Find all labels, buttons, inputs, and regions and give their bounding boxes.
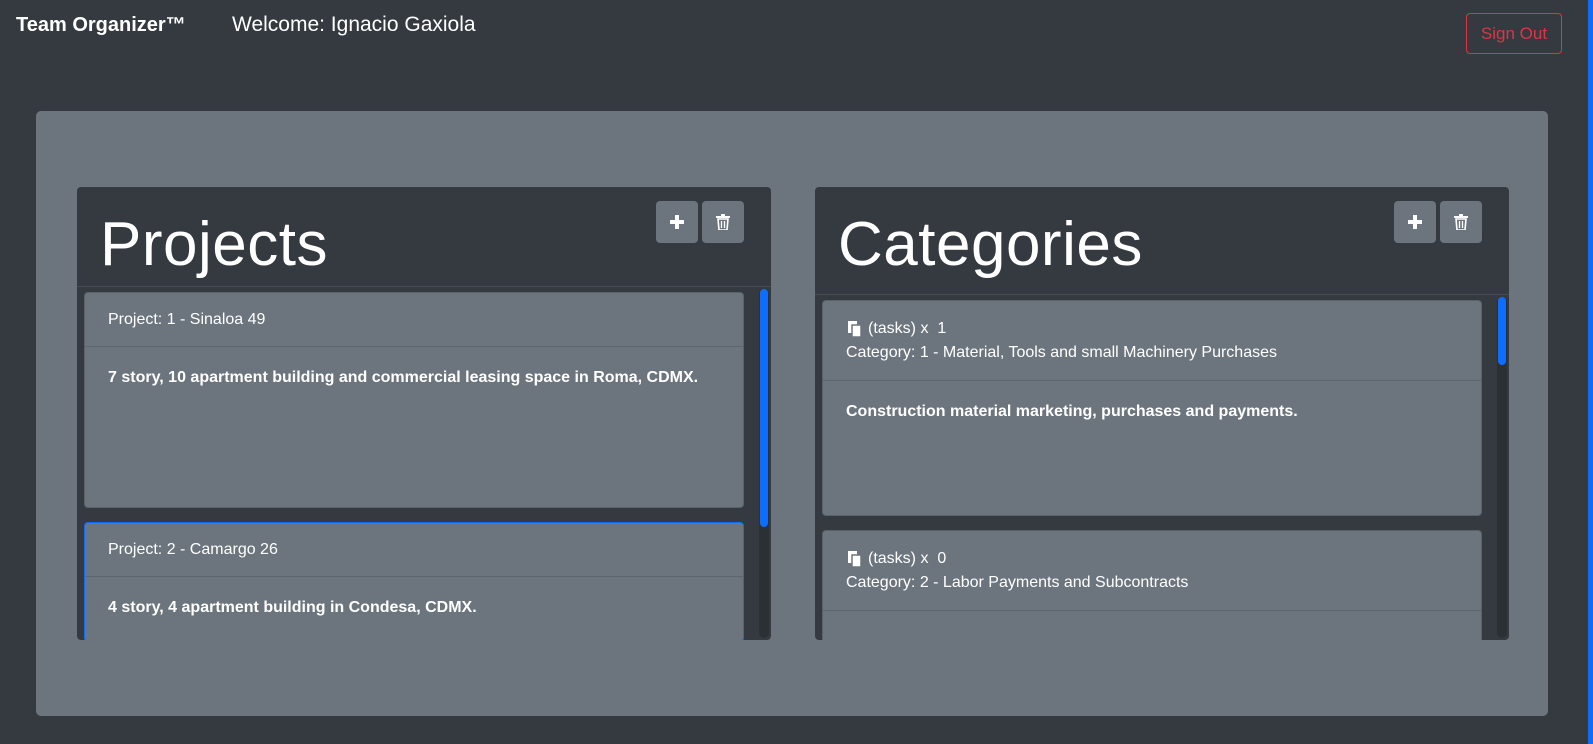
categories-scrollbar-thumb[interactable] <box>1498 297 1506 365</box>
welcome-message: Welcome: Ignacio Gaxiola <box>232 13 476 36</box>
project-card-description: 7 story, 10 apartment building and comme… <box>108 369 699 386</box>
projects-panel-header: Projects <box>77 187 771 287</box>
projects-scrollbar-thumb[interactable] <box>760 289 768 527</box>
projects-title: Projects <box>100 210 328 279</box>
category-card[interactable]: (tasks) x 0 Category: 2 - Labor Payments… <box>822 530 1482 640</box>
category-tasks-count: (tasks) x 0 <box>846 547 1458 571</box>
category-card-title: Category: 2 - Labor Payments and Subcont… <box>846 574 1189 591</box>
project-card-description: 4 story, 4 apartment building in Condesa… <box>108 599 477 616</box>
delete-project-button[interactable] <box>702 201 744 243</box>
category-card-description: Construction material marketing, purchas… <box>846 403 1298 420</box>
category-tasks-label: (tasks) x 0 <box>868 550 947 567</box>
copy-icon <box>846 550 864 568</box>
projects-scrollbar[interactable] <box>759 289 769 638</box>
projects-list[interactable]: Project: 1 - Sinaloa 49 7 story, 10 apar… <box>77 289 757 640</box>
delete-category-button[interactable] <box>1440 201 1482 243</box>
window-edge-accent <box>1588 0 1593 744</box>
trash-icon <box>716 214 730 230</box>
category-card-header: (tasks) x 0 Category: 2 - Labor Payments… <box>823 531 1481 611</box>
project-card[interactable]: Project: 1 - Sinaloa 49 7 story, 10 apar… <box>84 292 744 508</box>
category-card[interactable]: (tasks) x 1 Category: 1 - Material, Tool… <box>822 300 1482 516</box>
add-project-button[interactable] <box>656 201 698 243</box>
brand-logo[interactable]: Team Organizer™ <box>16 14 186 37</box>
category-tasks-count: (tasks) x 1 <box>846 317 1458 341</box>
categories-list[interactable]: (tasks) x 1 Category: 1 - Material, Tool… <box>815 297 1495 640</box>
project-card-header: Project: 1 - Sinaloa 49 <box>85 293 743 347</box>
categories-title: Categories <box>838 210 1143 279</box>
project-card-header: Project: 2 - Camargo 26 <box>85 523 743 577</box>
add-category-button[interactable] <box>1394 201 1436 243</box>
category-card-description <box>823 611 1481 633</box>
copy-icon <box>846 320 864 338</box>
projects-panel: Projects Project: 1 - Sinaloa 49 7 story… <box>77 187 771 640</box>
top-navbar: Team Organizer™ Welcome: Ignacio Gaxiola… <box>0 0 1588 60</box>
categories-panel-header: Categories <box>815 187 1509 295</box>
main-container: Projects Project: 1 - Sinaloa 49 7 story… <box>36 111 1548 716</box>
categories-scrollbar[interactable] <box>1497 297 1507 638</box>
trash-icon <box>1454 214 1468 230</box>
project-card[interactable]: Project: 2 - Camargo 26 4 story, 4 apart… <box>84 522 744 640</box>
category-tasks-label: (tasks) x 1 <box>868 320 947 337</box>
plus-icon <box>670 215 684 229</box>
plus-icon <box>1408 215 1422 229</box>
sign-out-button[interactable]: Sign Out <box>1466 13 1562 54</box>
category-card-header: (tasks) x 1 Category: 1 - Material, Tool… <box>823 301 1481 381</box>
categories-panel: Categories (tasks) x 1 Category: 1 - Mat… <box>815 187 1509 640</box>
category-card-title: Category: 1 - Material, Tools and small … <box>846 344 1277 361</box>
